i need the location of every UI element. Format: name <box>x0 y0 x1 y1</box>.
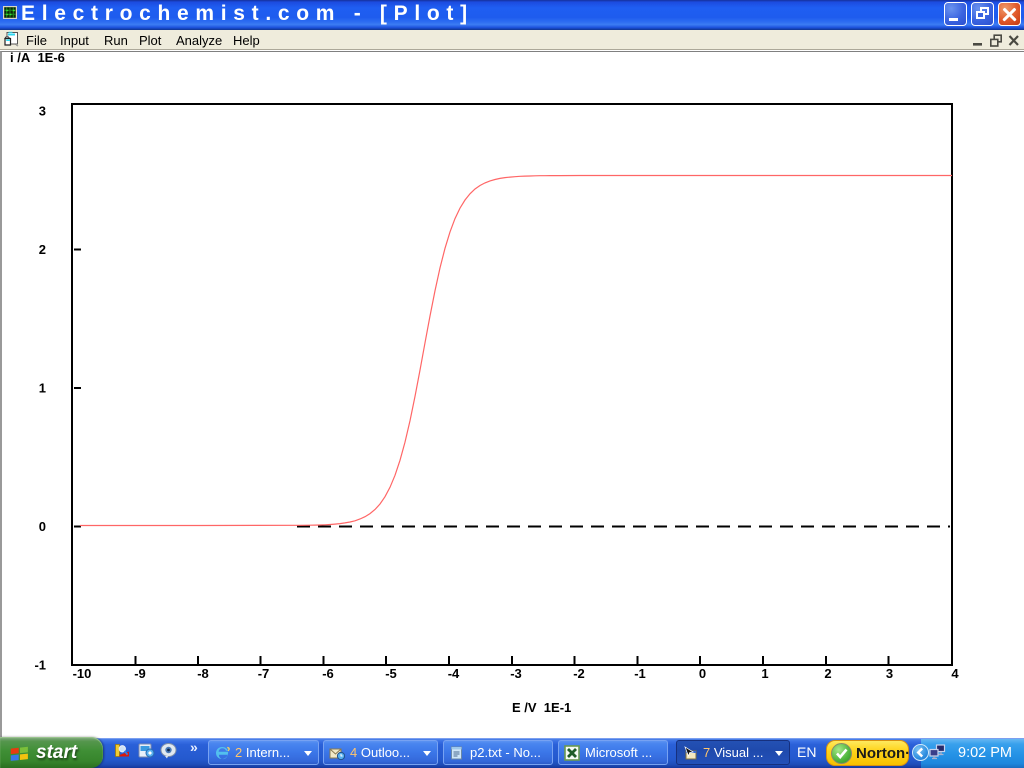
svg-text:-8: -8 <box>197 666 209 681</box>
svg-text:-4: -4 <box>448 666 460 681</box>
svg-text:E /V 1E-1: E /V 1E-1 <box>512 700 571 715</box>
svg-text:-1: -1 <box>34 658 46 673</box>
svg-text:-5: -5 <box>385 666 397 681</box>
svg-text:4: 4 <box>951 666 959 681</box>
svg-text:-2: -2 <box>573 666 585 681</box>
svg-text:-10: -10 <box>73 666 92 681</box>
svg-text:2: 2 <box>39 242 46 257</box>
svg-text:-3: -3 <box>510 666 522 681</box>
svg-text:-6: -6 <box>322 666 334 681</box>
svg-text:2: 2 <box>824 666 831 681</box>
svg-text:1: 1 <box>761 666 768 681</box>
svg-text:-1: -1 <box>634 666 646 681</box>
svg-text:-7: -7 <box>258 666 270 681</box>
svg-text:-9: -9 <box>134 666 146 681</box>
svg-text:0: 0 <box>699 666 706 681</box>
svg-text:1: 1 <box>39 381 46 396</box>
svg-text:3: 3 <box>886 666 893 681</box>
svg-text:0: 0 <box>39 519 46 534</box>
svg-text:i /A 1E-6: i /A 1E-6 <box>10 50 65 65</box>
svg-text:3: 3 <box>39 104 46 119</box>
